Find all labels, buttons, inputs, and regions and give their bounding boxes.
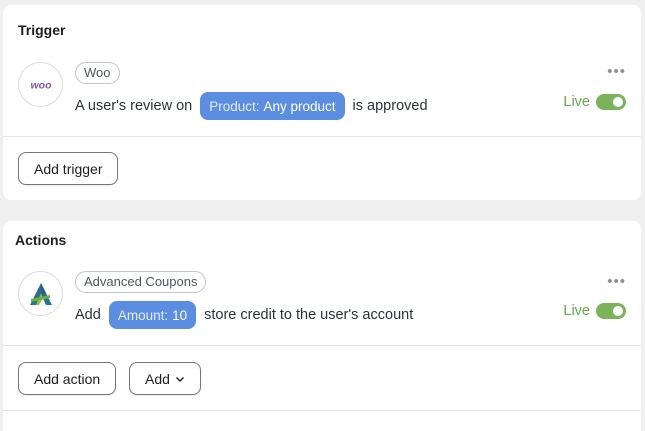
trigger-status: Live [563, 94, 626, 110]
product-token[interactable]: Product: Any product [200, 92, 345, 120]
trigger-app-badge: Woo [75, 62, 120, 84]
amount-token[interactable]: Amount: 10 [108, 301, 197, 329]
product-token-value: Any product [263, 98, 336, 114]
trigger-section-title: Trigger [18, 22, 66, 38]
amount-token-value: 10 [172, 307, 188, 323]
action-status: Live [563, 303, 626, 319]
action-sentence-suffix: store credit to the user's account [204, 307, 414, 323]
chevron-down-icon [175, 376, 184, 382]
action-app-badge: Advanced Coupons [75, 271, 207, 293]
add-dropdown-button[interactable]: Add [129, 362, 201, 395]
action-sentence: Add Amount: 10 store credit to the user'… [75, 301, 413, 329]
amount-token-key: Amount: [117, 307, 169, 323]
action-sentence-prefix: Add [75, 307, 101, 323]
trigger-more-options-icon[interactable]: ••• [607, 64, 626, 79]
actions-card: Actions Advanced Coupons Add Amount: 10 … [3, 221, 641, 431]
trigger-card: Trigger woo Woo A user's review on Produ… [3, 5, 641, 200]
trigger-sentence: A user's review on Product: Any product … [75, 92, 428, 120]
actions-section-title: Actions [15, 232, 67, 248]
add-trigger-button[interactable]: Add trigger [18, 152, 119, 185]
trigger-divider [3, 136, 641, 137]
product-token-key: Product: [209, 98, 260, 114]
actions-divider [3, 345, 641, 346]
action-live-label: Live [563, 303, 590, 319]
action-more-options-icon[interactable]: ••• [607, 274, 626, 289]
trigger-live-toggle[interactable] [596, 94, 626, 110]
add-action-button[interactable]: Add action [18, 362, 117, 395]
svg-text:woo: woo [30, 79, 52, 91]
trigger-live-label: Live [563, 94, 590, 110]
action-live-toggle[interactable] [596, 303, 626, 319]
actions-bottom-divider [3, 410, 641, 411]
toggle-knob [613, 97, 623, 107]
toggle-knob [613, 306, 623, 316]
advanced-coupons-icon [18, 271, 63, 316]
woo-icon: woo [18, 62, 63, 107]
trigger-sentence-suffix: is approved [352, 98, 428, 114]
add-dropdown-label: Add [145, 370, 170, 387]
trigger-sentence-prefix: A user's review on [75, 98, 193, 114]
